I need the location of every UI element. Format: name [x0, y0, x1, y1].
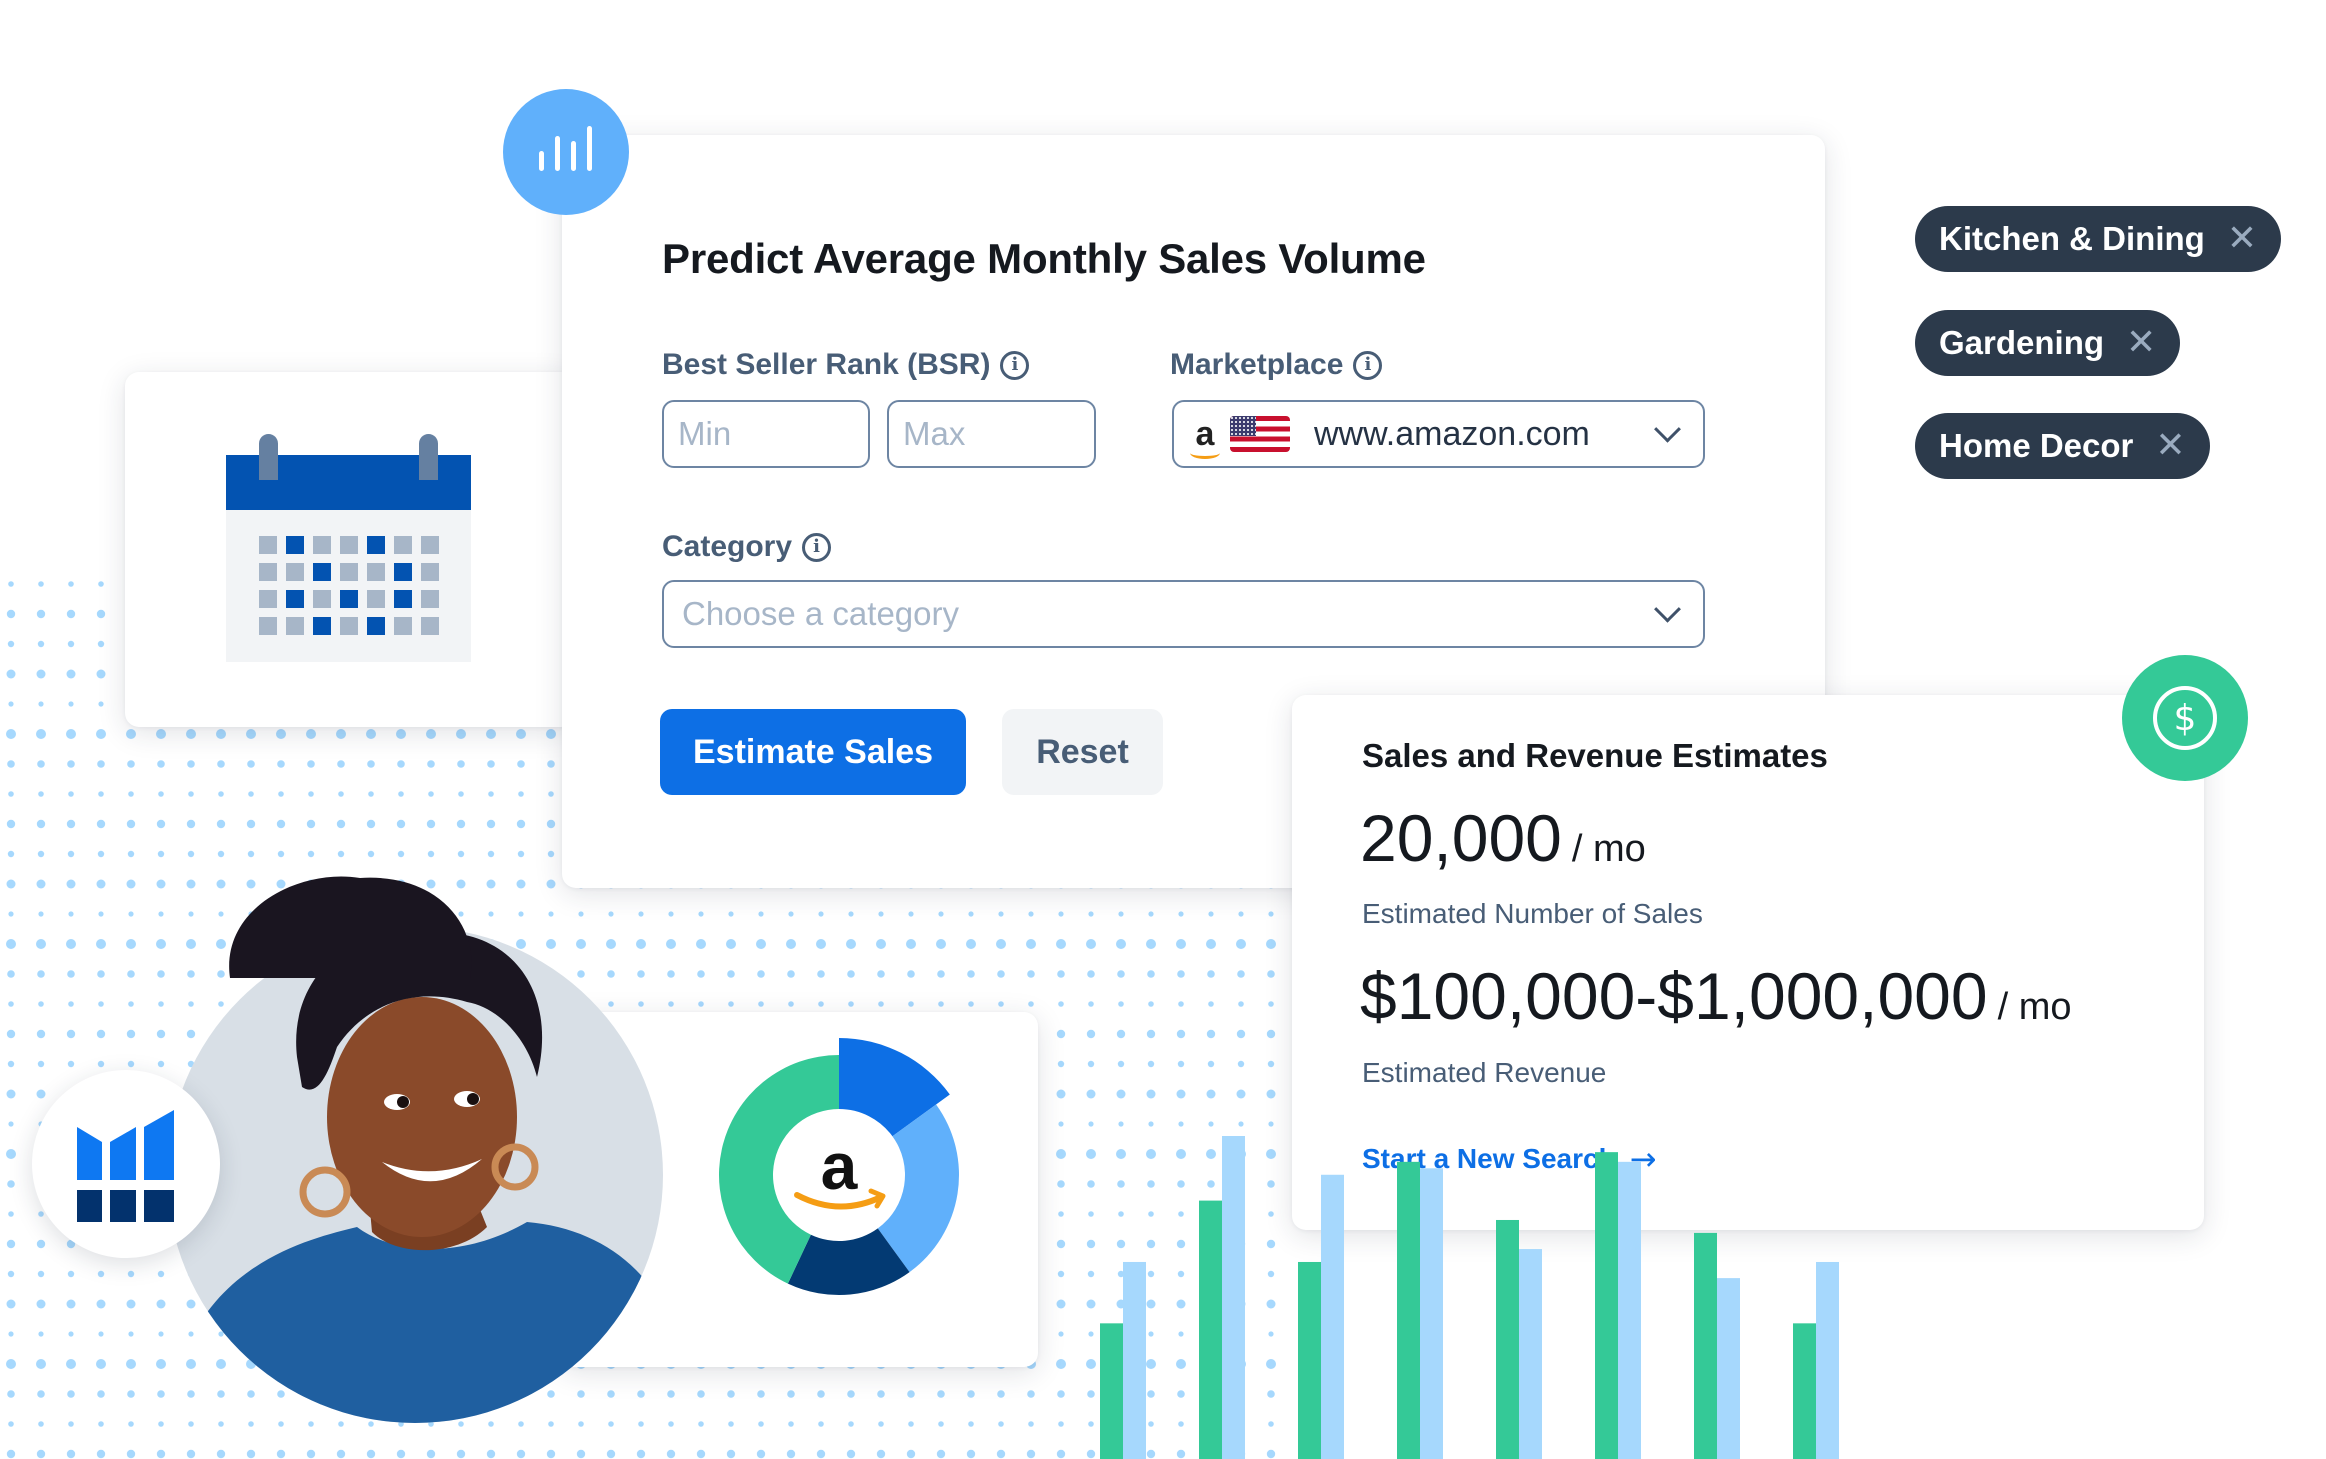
- bar-green-7: [1694, 1232, 1717, 1459]
- brand-logo-icon: [77, 1110, 174, 1222]
- bar-light-blue-7: [1717, 1278, 1740, 1459]
- bar-green-8: [1793, 1323, 1816, 1459]
- bar-light-blue-4: [1420, 1168, 1443, 1459]
- bar-chart-badge-icon: [503, 89, 629, 215]
- bar-green-3: [1298, 1261, 1321, 1459]
- bar-green-2: [1199, 1200, 1222, 1459]
- bar-light-blue-5: [1519, 1249, 1542, 1459]
- bar-green-4: [1397, 1161, 1420, 1459]
- bar-light-blue-1: [1123, 1261, 1146, 1459]
- bar-green-6: [1595, 1152, 1618, 1459]
- hair-overflow: [229, 876, 472, 978]
- dollar-icon: $: [2153, 686, 2217, 750]
- bar-light-blue-6: [1618, 1161, 1641, 1459]
- bar-light-blue-2: [1222, 1136, 1245, 1459]
- bar-green-1: [1100, 1323, 1123, 1459]
- bar-green-5: [1496, 1219, 1519, 1459]
- dollar-badge: $: [2122, 655, 2248, 781]
- person-photo: [167, 927, 663, 1423]
- brand-logo-badge: [32, 1070, 220, 1258]
- bar-light-blue-3: [1321, 1174, 1344, 1459]
- bar-light-blue-8: [1816, 1261, 1839, 1459]
